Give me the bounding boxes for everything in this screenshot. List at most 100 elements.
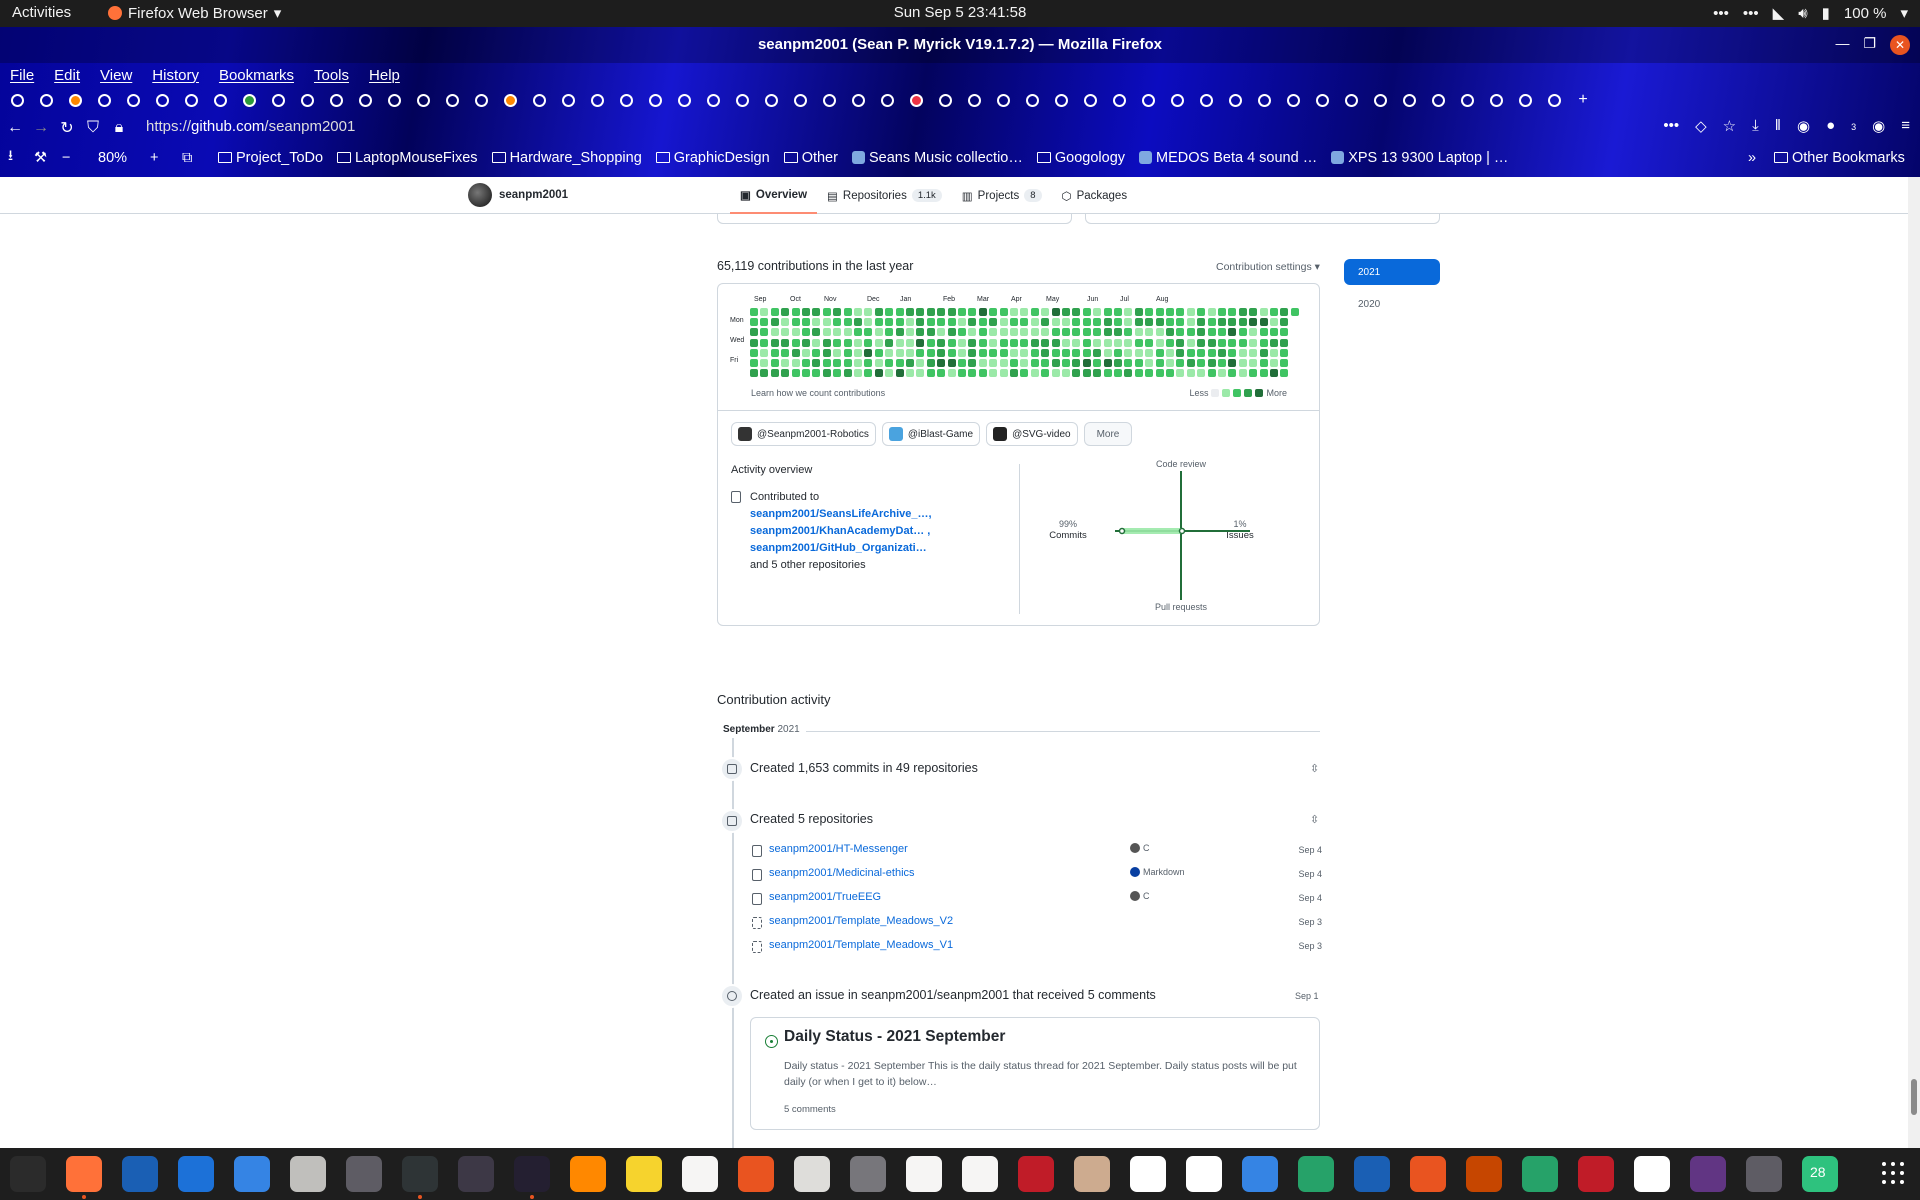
contribution-day[interactable] [1270,369,1278,378]
contribution-day[interactable] [968,318,977,327]
year-2020[interactable]: 2020 [1344,291,1440,317]
contribution-day[interactable] [812,318,821,327]
contribution-day[interactable] [958,369,966,378]
contribution-day[interactable] [906,318,914,327]
contribution-day[interactable] [1082,348,1091,357]
pinned-tab-github-icon[interactable] [1282,91,1304,109]
maximize-button[interactable]: ❐ [1863,35,1876,55]
contribution-day[interactable] [1124,348,1133,357]
commits-event-text[interactable]: Created 1,653 commits in 49 repositories [750,761,978,775]
pinned-tab-github-icon[interactable] [1543,91,1565,109]
org-filter-button[interactable]: @iBlast-Game [881,422,981,446]
bookmark-item[interactable]: Project_ToDo [218,150,323,166]
contribution-day[interactable] [864,348,873,357]
issue-comments[interactable]: 5 comments [784,1104,836,1115]
contribution-day[interactable] [885,328,894,337]
contribution-day[interactable] [1218,359,1226,367]
contribution-day[interactable] [843,328,852,337]
contribution-day[interactable] [822,359,831,367]
contribution-day[interactable] [1020,308,1029,316]
pinned-tab-github-icon[interactable] [615,91,637,109]
contribution-day[interactable] [770,348,779,357]
contribution-day[interactable] [864,369,873,378]
contribution-day[interactable] [1030,338,1039,347]
contribution-day[interactable] [916,348,925,357]
firefox-icon[interactable] [66,1156,102,1199]
contribution-day[interactable] [1249,369,1258,378]
page-scrollbar[interactable] [1908,177,1920,1148]
tasks-icon[interactable] [1242,1156,1278,1192]
contribution-day[interactable] [812,359,821,367]
pinned-tab-github-icon[interactable] [1514,91,1536,109]
text-editor-icon[interactable] [234,1156,270,1192]
contribution-day[interactable] [1072,369,1081,378]
contribution-day[interactable] [750,348,758,357]
contribution-day[interactable] [978,359,987,367]
contribution-day[interactable] [906,328,914,337]
contribution-day[interactable] [833,308,842,316]
contribution-day[interactable] [843,308,852,316]
contribution-day[interactable] [937,359,946,367]
contribution-day[interactable] [1155,308,1164,316]
contribution-day[interactable] [999,308,1008,316]
music-icon[interactable] [1634,1156,1670,1192]
pinned-tab-github-icon[interactable] [847,91,869,109]
contribution-day[interactable] [1114,369,1122,378]
contribution-day[interactable] [989,318,998,327]
other-bookmarks[interactable]: Other Bookmarks [1774,150,1905,166]
scrollbar-thumb[interactable] [1911,1079,1917,1115]
pinned-tab-github-icon[interactable] [818,91,840,109]
contribution-day[interactable] [802,348,810,357]
menu-help[interactable]: Help [369,67,400,84]
contribution-day[interactable] [1051,308,1060,316]
contribution-day[interactable] [1197,308,1206,316]
extension-icon[interactable]: ● [1826,117,1835,135]
contribution-day[interactable] [1041,308,1050,316]
screen-icon[interactable] [1354,1156,1390,1192]
pinned-tab-github-icon[interactable] [934,91,956,109]
contribution-day[interactable] [1280,369,1289,378]
vlc-icon[interactable] [570,1156,606,1192]
contribution-day[interactable] [1249,328,1258,337]
contribution-day[interactable] [1145,338,1154,347]
bookmark-item[interactable]: GraphicDesign [655,150,770,166]
contribution-day[interactable] [906,369,914,378]
contribution-day[interactable] [1062,328,1070,337]
contribution-day[interactable] [833,348,842,357]
spreadsheet-icon[interactable] [1522,1156,1558,1192]
contribution-day[interactable] [978,308,987,316]
contribution-day[interactable] [916,359,925,367]
pulse-icon[interactable] [682,1156,718,1192]
contribution-day[interactable] [843,369,852,378]
contribution-day[interactable] [770,318,779,327]
hamburger-menu-icon[interactable]: ≡ [1901,117,1910,135]
contribution-day[interactable] [906,338,914,347]
contribution-day[interactable] [833,328,842,337]
contribution-day[interactable] [926,308,935,316]
contribution-day[interactable] [843,318,852,327]
pinned-tab-github-icon[interactable] [963,91,985,109]
contribution-day[interactable] [1145,348,1154,357]
contribution-day[interactable] [1082,359,1091,367]
contribution-day[interactable] [1103,348,1112,357]
contribution-day[interactable] [1197,338,1206,347]
contribution-day[interactable] [812,328,821,337]
app-store-icon[interactable] [738,1156,774,1192]
contribution-day[interactable] [1010,318,1018,327]
library-icon[interactable]: ‖ [1775,117,1781,135]
contribution-day[interactable] [1166,369,1174,378]
contribution-day[interactable] [1207,338,1216,347]
contribution-day[interactable] [1228,369,1237,378]
contribution-day[interactable] [791,348,800,357]
bird-icon[interactable] [1746,1156,1782,1192]
menu-tools[interactable]: Tools [314,67,349,84]
contribution-day[interactable] [1145,369,1154,378]
contribution-day[interactable] [1228,359,1237,367]
archive-icon[interactable] [1074,1156,1110,1192]
contribution-day[interactable] [1041,328,1050,337]
contribution-day[interactable] [958,359,966,367]
contribution-day[interactable] [885,369,894,378]
pinned-tab-github-icon[interactable] [383,91,405,109]
tab-repositories[interactable]: ▤ Repositories 1.1k [817,177,952,214]
contribution-day[interactable] [1041,369,1050,378]
